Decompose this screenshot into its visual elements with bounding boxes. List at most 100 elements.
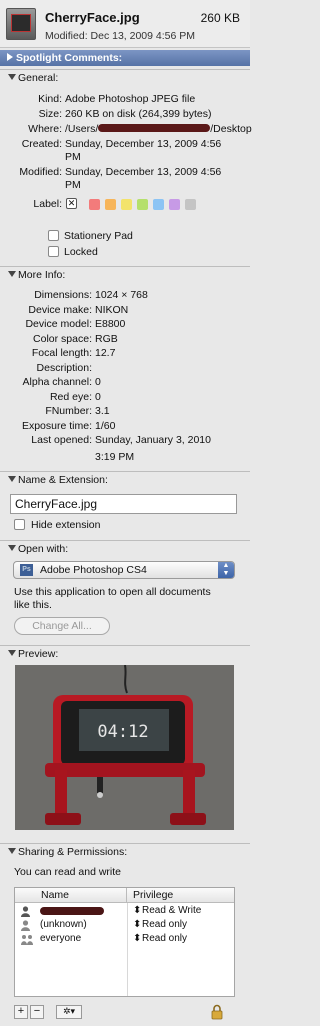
privilege-value: Read & Write [142,905,202,916]
name-column-header[interactable]: Name [15,888,127,903]
disclosure-expanded-icon [8,271,16,277]
add-user-button[interactable]: + [14,1005,28,1019]
info-header: CherryFace.jpg 260 KB Modified: Dec 13, … [0,0,250,48]
disclosure-expanded-icon [8,545,16,551]
open-with-description: Use this application to open all documen… [14,586,211,598]
redacted-user-name [40,907,104,915]
locked-checkbox[interactable] [48,246,59,257]
hide-extension-checkbox[interactable] [14,519,25,530]
redacted-username [98,124,211,132]
more-info-value: 12.7 [95,347,116,359]
jpeg-file-icon [6,8,36,40]
user-icon [21,906,30,917]
created-value: Sunday, December 13, 2009 4:56 [65,138,222,150]
disclosure-expanded-icon [8,848,16,854]
more-info-value: 0 [95,376,101,388]
more-info-value: Sunday, January 3, 2010 [95,434,211,446]
more-info-value: 3.1 [95,405,110,417]
more-info-label: Color space: [33,332,92,345]
photoshop-app-icon: Ps [20,564,33,576]
label-yellow-swatch[interactable] [121,199,132,210]
user-icon [21,920,30,931]
more-info-title: More Info: [18,269,66,281]
more-info-value: E8800 [95,318,126,330]
stationery-pad-checkbox[interactable] [48,230,59,241]
more-info-value: RGB [95,332,118,345]
open-with-app-popup[interactable]: Ps Adobe Photoshop CS4 ▲ ▼ [13,561,235,579]
table-row[interactable]: everyone ⬍ Read only [15,933,234,946]
file-size: 260 KB [200,11,240,25]
created-value-cont: PM [65,151,81,163]
sharing-section-header[interactable]: Sharing & Permissions: [0,843,250,859]
name-extension-section-header[interactable]: Name & Extension: [0,471,250,487]
privilege-arrows-icon: ⬍ [133,919,142,930]
group-icon [21,935,33,945]
remove-user-button[interactable]: − [30,1005,44,1019]
more-info-label: Last opened: [31,434,92,446]
label-green-swatch[interactable] [137,199,148,210]
more-info-value: NIKON [95,303,129,316]
more-info-label: FNumber: [45,405,92,417]
spotlight-label: Spotlight Comments: [16,52,123,64]
action-menu-button[interactable]: ✲▾ [56,1005,82,1019]
more-info-label: Exposure time: [21,419,92,432]
sharing-summary: You can read and write [14,866,122,878]
modified-label: Modified: [19,166,62,178]
file-name: CherryFace.jpg [45,10,140,25]
more-info-label: Device make: [28,303,92,316]
preview-section-header[interactable]: Preview: [0,645,250,661]
label-purple-swatch[interactable] [169,199,180,210]
name-extension-title: Name & Extension: [18,474,108,486]
table-row[interactable]: (unknown) ⬍ Read only [15,919,234,932]
file-name-input[interactable]: CherryFace.jpg [10,494,237,514]
disclosure-expanded-icon [8,476,16,482]
popup-arrows-icon: ▲ ▼ [218,562,234,578]
more-info-label: Focal length: [31,347,92,359]
more-info-label: Dimensions: [34,289,92,301]
label-none-swatch[interactable]: ✕ [66,198,77,209]
modified-value-cont: PM [65,179,81,191]
privilege-arrows-icon: ⬍ [133,905,142,916]
general-section-header[interactable]: General: [0,69,250,85]
stationery-pad-label: Stationery Pad [64,230,133,242]
label-gray-swatch[interactable] [185,199,196,210]
more-info-label: Device model: [25,318,92,330]
disclosure-collapsed-icon [7,53,13,61]
more-info-value: 1024 × 768 [95,289,148,301]
privilege-value: Read only [142,933,188,944]
privilege-column-header[interactable]: Privilege [127,888,234,903]
open-with-description-cont: like this. [14,599,52,611]
kind-label: Kind: [38,93,62,105]
sharing-title: Sharing & Permissions: [18,846,128,858]
hide-extension-label: Hide extension [31,519,101,531]
disclosure-expanded-icon [8,650,16,656]
user-name: (unknown) [40,919,87,930]
privilege-value: Read only [142,919,188,930]
modified-value: Sunday, December 13, 2009 4:56 [65,166,222,178]
table-row[interactable]: ⬍ Read & Write [15,905,234,918]
label-orange-swatch[interactable] [105,199,116,210]
change-all-button[interactable]: Change All... [14,617,110,635]
size-label: Size: [38,108,62,120]
general-title: General: [18,72,59,84]
open-with-app-name: Adobe Photoshop CS4 [40,564,147,576]
sharing-toolbar: + − ✲▾ [0,1000,250,1026]
more-info-section-header[interactable]: More Info: [0,266,250,282]
last-opened-value-cont: 3:19 PM [95,451,135,463]
file-modified: Modified: Dec 13, 2009 4:56 PM [45,30,196,42]
preview-image: 04:12 [15,665,234,830]
privilege-arrows-icon: ⬍ [133,933,142,944]
lock-icon[interactable] [211,1004,223,1020]
more-info-value: 1/60 [95,419,116,432]
open-with-section-header[interactable]: Open with: [0,540,250,556]
label-blue-swatch[interactable] [153,199,164,210]
where-label: Where: [28,123,62,135]
kind-value: Adobe Photoshop JPEG file [65,93,196,105]
disclosure-expanded-icon [8,74,16,80]
locked-label: Locked [64,246,98,258]
open-with-title: Open with: [18,543,69,555]
label-red-swatch[interactable] [89,199,100,210]
spotlight-comments-header[interactable]: Spotlight Comments: [0,50,250,66]
label-label: Label: [33,198,62,210]
preview-clock-text: 04:12 [97,722,148,742]
